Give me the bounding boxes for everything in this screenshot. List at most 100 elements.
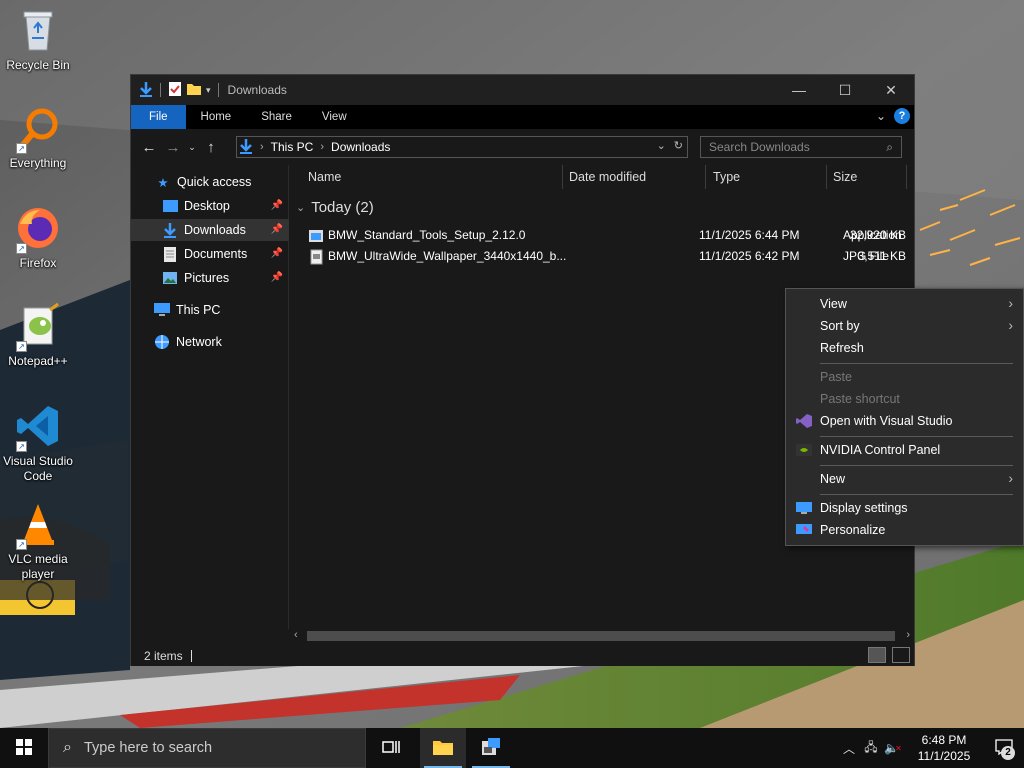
tab-share[interactable]: Share — [246, 105, 307, 129]
details-view-icon[interactable] — [868, 647, 886, 663]
show-hidden-icons-chevron-icon[interactable]: ︿ — [838, 728, 860, 768]
column-header-type[interactable]: Type — [713, 165, 740, 189]
breadcrumb-chevron-icon: › — [320, 141, 325, 153]
notification-count-badge: 2 — [1001, 746, 1015, 760]
horizontal-scrollbar[interactable]: ‹ › — [290, 628, 914, 644]
scrollbar-thumb[interactable] — [307, 631, 895, 641]
nav-item-pictures[interactable]: Pictures 📌 — [131, 267, 289, 289]
file-explorer-icon — [432, 738, 454, 759]
nav-label: Quick access — [177, 175, 252, 189]
nav-label: Downloads — [184, 223, 246, 237]
menu-item-nvidia-control-panel[interactable]: NVIDIA Control Panel — [786, 439, 1023, 461]
action-center-button[interactable]: 2 — [984, 728, 1024, 768]
desktop-icon-everything[interactable]: ↗ Everything — [0, 104, 76, 171]
new-folder-icon[interactable] — [186, 81, 202, 100]
menu-item-view[interactable]: View › — [786, 293, 1023, 315]
breadcrumb-this-pc[interactable]: This PC — [271, 140, 314, 154]
nav-item-network[interactable]: Network — [131, 331, 289, 353]
file-row[interactable]: BMW_Standard_Tools_Setup_2.12.0 11/1/202… — [308, 225, 906, 245]
desktop-icon-label: Recycle Bin — [6, 58, 70, 72]
taskbar-search-placeholder: Type here to search — [83, 740, 213, 756]
title-bar[interactable]: ▾ Downloads — ☐ ✕ — [131, 75, 914, 105]
tab-file[interactable]: File — [131, 105, 186, 129]
taskbar-bmw-setup-app[interactable] — [468, 728, 514, 768]
nav-item-documents[interactable]: Documents 📌 — [131, 243, 289, 265]
desktop-icon-vlc[interactable]: ↗ VLC media player — [0, 500, 76, 582]
menu-item-open-with-visual-studio[interactable]: Open with Visual Studio — [786, 410, 1023, 432]
computer-icon — [154, 302, 170, 318]
desktop-icon-label: Everything — [9, 156, 67, 170]
window-title: Downloads — [227, 83, 287, 97]
nav-item-desktop[interactable]: Desktop 📌 — [131, 195, 289, 217]
large-icons-view-icon[interactable] — [892, 647, 910, 663]
file-row[interactable]: BMW_UltraWide_Wallpaper_3440x1440_b... 1… — [308, 246, 906, 266]
desktop-icon-firefox[interactable]: ↗ Firefox — [0, 204, 76, 271]
column-header-date-modified[interactable]: Date modified — [569, 165, 646, 189]
nav-label: Documents — [184, 247, 248, 261]
menu-item-new[interactable]: New › — [786, 468, 1023, 490]
column-header-name[interactable]: Name — [308, 165, 341, 189]
column-header-size[interactable]: Size — [833, 165, 857, 189]
start-button[interactable] — [0, 728, 48, 768]
close-icon[interactable]: ✕ — [868, 75, 914, 105]
task-view-button[interactable] — [368, 728, 414, 768]
network-status-icon[interactable]: 🖧 — [860, 728, 882, 768]
star-icon: ★ — [157, 175, 169, 190]
chevron-right-icon: › — [1008, 470, 1013, 486]
customize-toolbar-icon[interactable]: ▾ — [206, 85, 211, 96]
help-icon[interactable]: ? — [894, 108, 910, 124]
properties-icon[interactable] — [168, 81, 182, 100]
tab-view[interactable]: View — [307, 105, 362, 129]
breadcrumb-downloads[interactable]: Downloads — [331, 140, 390, 154]
address-bar[interactable]: › This PC › Downloads ⌄ ↻ — [236, 136, 688, 158]
menu-item-sort-by[interactable]: Sort by › — [786, 315, 1023, 337]
desktop-icon-notepad-plus-plus[interactable]: ↗ Notepad++ — [0, 302, 76, 369]
scroll-left-arrow-icon[interactable]: ‹ — [294, 629, 298, 641]
nav-item-this-pc[interactable]: This PC — [131, 299, 289, 321]
up-arrow-icon[interactable]: ↑ — [199, 135, 223, 159]
documents-folder-icon — [162, 246, 178, 262]
search-input[interactable]: Search Downloads ⌕ — [700, 136, 902, 158]
forward-arrow-icon[interactable]: → — [161, 135, 185, 159]
nav-label: This PC — [176, 303, 221, 317]
desktop-icon-vscode[interactable]: ↗ Visual Studio Code — [0, 402, 76, 484]
address-history-chevron-icon[interactable]: ⌄ — [657, 139, 666, 152]
personalize-icon — [796, 523, 812, 537]
group-header-today[interactable]: ⌄ Today (2) — [296, 199, 374, 216]
network-icon — [154, 334, 170, 350]
expand-ribbon-icon[interactable]: ⌄ — [876, 109, 886, 123]
menu-item-refresh[interactable]: Refresh — [786, 337, 1023, 359]
file-name: BMW_UltraWide_Wallpaper_3440x1440_b... — [328, 249, 567, 263]
shortcut-arrow-icon: ↗ — [16, 341, 27, 352]
menu-item-paste-shortcut: Paste shortcut — [820, 392, 900, 406]
scroll-right-arrow-icon[interactable]: › — [906, 629, 910, 641]
refresh-icon[interactable]: ↻ — [674, 139, 683, 152]
tab-home[interactable]: Home — [186, 105, 247, 129]
taskbar-file-explorer[interactable] — [420, 728, 466, 768]
everything-search-icon: ↗ — [14, 104, 62, 154]
volume-muted-icon[interactable]: 🔈 ✕ — [882, 728, 904, 768]
pin-icon: 📌 — [270, 224, 283, 235]
recent-locations-chevron-icon[interactable]: ⌄ — [185, 135, 199, 159]
display-settings-icon — [796, 501, 812, 515]
pin-icon: 📌 — [270, 248, 283, 259]
jpg-file-icon — [308, 249, 324, 265]
vscode-icon: ↗ — [14, 402, 62, 452]
nav-item-quick-access[interactable]: ★ Quick access — [131, 171, 289, 193]
desktop-icon-label: Visual Studio Code — [3, 454, 73, 483]
taskbar-search-box[interactable]: ⌕ Type here to search — [48, 728, 366, 768]
windows-logo-icon — [16, 738, 32, 758]
clock[interactable]: 6:48 PM 11/1/2025 — [904, 732, 984, 764]
nav-item-downloads[interactable]: Downloads 📌 — [131, 219, 289, 241]
pictures-folder-icon — [162, 270, 178, 286]
desktop-folder-icon — [162, 198, 178, 214]
desktop-icon-label: Firefox — [19, 256, 57, 270]
maximize-icon[interactable]: ☐ — [822, 75, 868, 105]
back-arrow-icon[interactable]: ← — [137, 135, 161, 159]
file-name: BMW_Standard_Tools_Setup_2.12.0 — [328, 228, 526, 242]
file-date: 11/1/2025 6:42 PM — [699, 249, 800, 263]
menu-item-personalize[interactable]: Personalize — [786, 519, 1023, 541]
desktop-icon-recycle-bin[interactable]: Recycle Bin — [0, 6, 76, 73]
menu-item-display-settings[interactable]: Display settings — [786, 497, 1023, 519]
minimize-icon[interactable]: — — [776, 75, 822, 105]
